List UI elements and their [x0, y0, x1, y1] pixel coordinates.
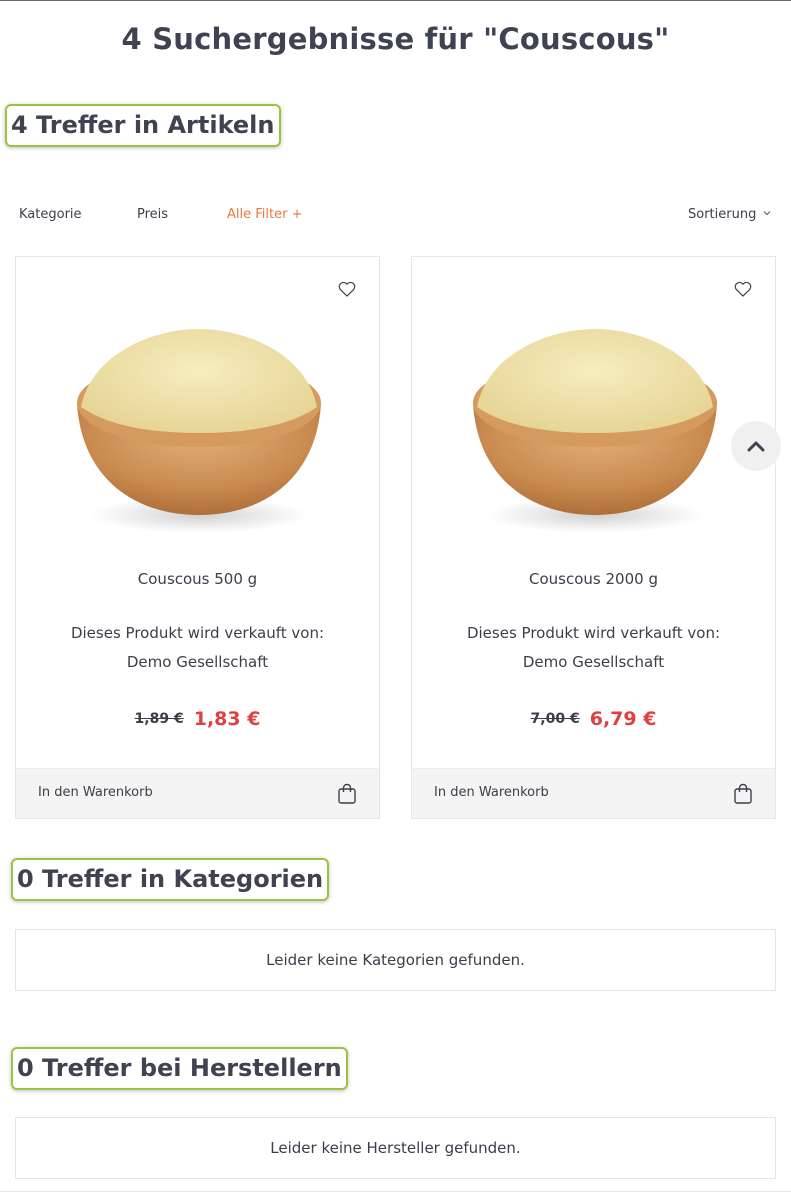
product-card[interactable]: Couscous 500 g Dieses Produkt wird verka… [15, 256, 380, 819]
filter-bar: Kategorie Preis Alle Filter + Sortierung [0, 205, 791, 227]
filter-category[interactable]: Kategorie [19, 207, 82, 222]
sale-price: 6,79 € [589, 708, 657, 730]
old-price: 7,00 € [530, 711, 580, 727]
chevron-up-icon [747, 441, 765, 452]
seller-label: Dieses Produkt wird verkauft von: [70, 624, 325, 642]
add-to-cart-label: In den Warenkorb [434, 785, 549, 800]
product-name[interactable]: Couscous 2000 g [412, 570, 775, 588]
price-block: 7,00 € 6,79 € [412, 708, 775, 730]
add-to-cart-button[interactable]: In den Warenkorb [412, 768, 775, 818]
heart-icon[interactable] [733, 279, 753, 299]
add-to-cart-label: In den Warenkorb [38, 785, 153, 800]
add-to-cart-button[interactable]: In den Warenkorb [16, 768, 379, 818]
filter-all-button[interactable]: Alle Filter + [227, 207, 302, 222]
sale-price: 1,83 € [193, 708, 261, 730]
page-title: 4 Suchergebnisse für "Couscous" [121, 22, 670, 56]
old-price: 1,89 € [134, 711, 184, 727]
manufacturers-heading: 0 Treffer bei Herstellern [11, 1047, 348, 1090]
articles-heading: 4 Treffer in Artikeln [5, 104, 281, 147]
seller-label: Dieses Produkt wird verkauft von: [466, 624, 721, 642]
top-divider [0, 0, 791, 1]
bottom-divider [0, 1191, 791, 1192]
categories-empty-message: Leider keine Kategorien gefunden. [15, 929, 776, 991]
cart-icon [733, 783, 753, 805]
sort-dropdown[interactable]: Sortierung [688, 207, 756, 222]
cart-icon [337, 783, 357, 805]
sort-label: Sortierung [688, 207, 757, 222]
product-card[interactable]: Couscous 2000 g Dieses Produkt wird verk… [411, 256, 776, 819]
heart-icon[interactable] [337, 279, 357, 299]
chevron-down-icon [762, 208, 772, 221]
categories-heading: 0 Treffer in Kategorien [11, 858, 330, 901]
seller-info: Dieses Produkt wird verkauft von: Demo G… [16, 619, 379, 677]
manufacturers-empty-message: Leider keine Hersteller gefunden. [15, 1117, 776, 1179]
product-image[interactable] [71, 315, 326, 560]
scroll-to-top-button[interactable] [731, 421, 781, 471]
price-block: 1,89 € 1,83 € [16, 708, 379, 730]
seller-info: Dieses Produkt wird verkauft von: Demo G… [412, 619, 775, 677]
product-image[interactable] [467, 315, 722, 560]
seller-name: Demo Gesellschaft [522, 653, 665, 671]
product-name[interactable]: Couscous 500 g [16, 570, 379, 588]
filter-price[interactable]: Preis [137, 207, 168, 222]
seller-name: Demo Gesellschaft [126, 653, 269, 671]
